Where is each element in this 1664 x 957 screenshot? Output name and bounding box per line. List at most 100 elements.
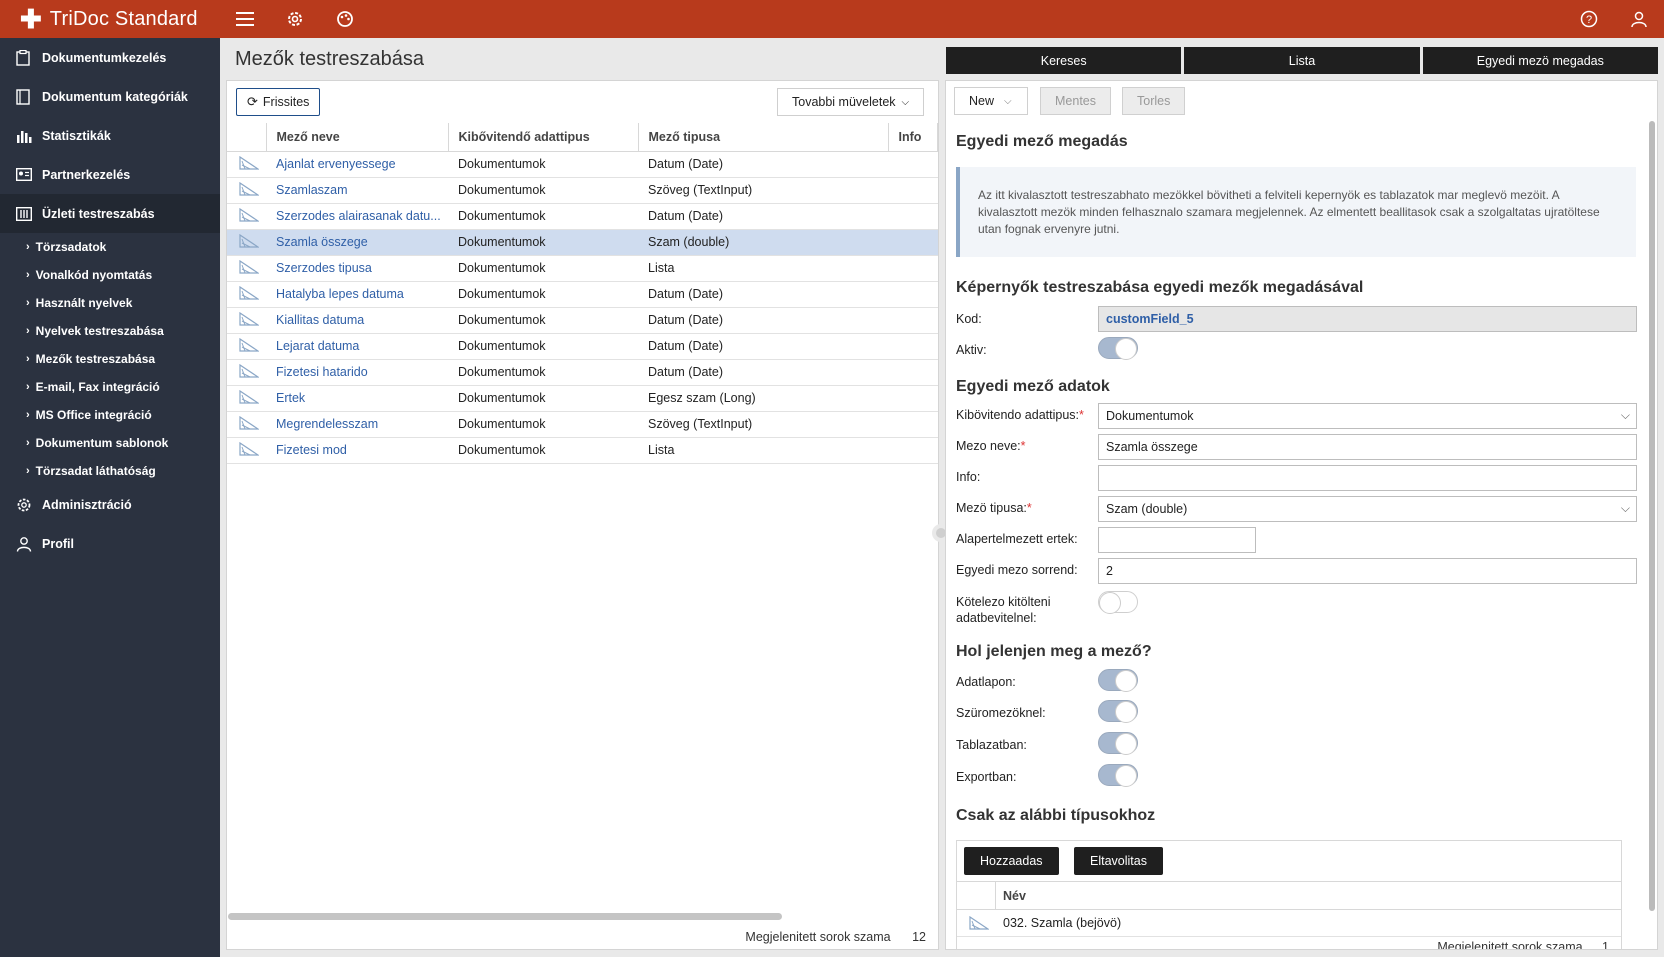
type-list: Hozzaadas Eltavolitas Név 032. Szamla (b… [956, 840, 1622, 950]
remove-type-button[interactable]: Eltavolitas [1074, 847, 1163, 875]
alapertelmezett-input[interactable] [1098, 527, 1256, 553]
sidebar-subitem-vonalkod[interactable]: › Vonalkód nyomtatás [0, 261, 220, 289]
field-name-cell[interactable]: Megrendelesszam [266, 411, 448, 438]
gear-icon[interactable] [270, 0, 320, 38]
sidebar-subitem-nyelvek-testreszabasa[interactable]: › Nyelvek testreszabása [0, 317, 220, 345]
field-name-cell[interactable]: Szerzodes alairasanak datu... [266, 203, 448, 230]
field-name-cell[interactable]: Fizetesi hatarido [266, 359, 448, 386]
save-button[interactable]: Mentes [1040, 87, 1111, 115]
row-type-icon [227, 385, 266, 412]
sidebar-subitem-torzsadatok[interactable]: › Törzsadatok [0, 233, 220, 261]
type-list-footer-count: 1 [1602, 940, 1609, 950]
info-label: Info: [956, 470, 981, 484]
palette-icon[interactable] [320, 0, 370, 38]
kotelezo-toggle[interactable] [1098, 591, 1138, 614]
kotelezo-label: Kötelezo kitölteni adatbevitelnel: [956, 594, 1051, 626]
adatlapon-toggle[interactable] [1098, 669, 1138, 692]
field-name-cell[interactable]: Hatalyba lepes datuma [266, 281, 448, 308]
help-icon[interactable]: ? [1564, 0, 1614, 38]
kod-label: Kod: [956, 312, 982, 326]
field-name-cell[interactable]: Lejarat datuma [266, 333, 448, 360]
more-actions-button[interactable]: Tovabbi müveletek ⌵ [777, 88, 925, 116]
table-row[interactable]: Szerzodes alairasanak datu... Dokumentumo… [227, 203, 938, 230]
sidebar-subitem-dokumentum-sablonok[interactable]: › Dokumentum sablonok [0, 429, 220, 457]
sidebar-subitem-ms-office[interactable]: › MS Office integráció [0, 401, 220, 429]
field-tipus-cell: Egesz szam (Long) [638, 385, 888, 412]
gear-icon [16, 497, 36, 513]
field-name-cell[interactable]: Ertek [266, 385, 448, 412]
mezo-neve-label-text: Mezo neve: [956, 439, 1021, 453]
table-header-name[interactable]: Mező neve [266, 123, 449, 152]
sidebar-subitem-email-fax[interactable]: › E-mail, Fax integráció [0, 373, 220, 401]
sidebar-item-profil[interactable]: Profil [0, 524, 220, 563]
table-row[interactable]: Hatalyba lepes datuma Dokumentumok Datum (… [227, 281, 938, 308]
table-row[interactable]: Megrendelesszam Dokumentumok Szöveg (TextI… [227, 411, 938, 438]
add-type-button[interactable]: Hozzaadas [964, 847, 1059, 875]
field-adattipus-cell: Dokumentumok [448, 229, 638, 256]
type-list-footer: Megjelenitett sorok szama 1 [1437, 940, 1609, 950]
sidebar-subitem-torzsadat-lathatosag[interactable]: › Törzsadat láthatóság [0, 457, 220, 485]
tab-kereses[interactable]: Kereses [946, 47, 1182, 74]
field-adattipus-cell: Dokumentumok [448, 359, 638, 386]
table-row[interactable]: 032. Szamla (bejövö) [957, 910, 1621, 937]
new-button[interactable]: New ⌵ [954, 87, 1028, 115]
aktiv-toggle[interactable] [1098, 337, 1138, 360]
required-marker: * [1020, 439, 1026, 453]
table-row[interactable]: Szamla összege Dokumentumok Szam (double) [227, 229, 938, 256]
field-name-cell[interactable]: Ajanlat ervenyessege [266, 151, 448, 178]
szuromezoknel-toggle[interactable] [1098, 700, 1138, 723]
delete-button[interactable]: Torles [1122, 87, 1186, 115]
section-heading-csak-tipusokhoz: Csak az alábbi típusokhoz [956, 807, 1156, 824]
tab-lista[interactable]: Lista [1184, 47, 1420, 74]
sidebar-item-statisztikak[interactable]: Statisztikák [0, 116, 220, 155]
table-row[interactable]: Ajanlat ervenyessege Dokumentumok Datum (D… [227, 151, 938, 178]
sidebar-item-uzleti-testreszabas[interactable]: Üzleti testreszabás [0, 194, 220, 233]
user-icon[interactable] [1614, 0, 1664, 38]
field-name-cell[interactable]: Szerzodes tipusa [266, 255, 448, 282]
row-type-icon [227, 255, 266, 282]
sidebar-subitem-nyelvek[interactable]: › Használt nyelvek [0, 289, 220, 317]
field-tipus-cell: Datum (Date) [638, 203, 888, 230]
brand[interactable]: ✚ TriDoc Standard [0, 6, 220, 32]
menu-icon[interactable] [220, 0, 270, 38]
field-name-cell[interactable]: Fizetesi mod [266, 437, 448, 464]
sidebar-subitem-label: Dokumentum sablonok [35, 436, 169, 450]
horizontal-scrollbar[interactable] [228, 913, 782, 920]
table-row[interactable]: Kiallitas datuma Dokumentumok Datum (Date) [227, 307, 938, 334]
refresh-button[interactable]: ⟳ Frissites [236, 88, 321, 116]
table-row[interactable]: Szamlaszam Dokumentumok Szöveg (TextInput) [227, 177, 938, 204]
field-name-cell[interactable]: Kiallitas datuma [266, 307, 448, 334]
type-list-header-nev[interactable]: Név [1003, 889, 1026, 903]
mezo-tipusa-select[interactable]: Szam (double) ⌵ [1098, 496, 1637, 522]
sidebar-item-dokumentumkezeles[interactable]: Dokumentumkezelés [0, 38, 220, 77]
sidebar-item-adminisztracio[interactable]: Adminisztráció [0, 485, 220, 524]
mezo-neve-label: Mezo neve:* [956, 439, 1026, 453]
type-name: 032. Szamla (bejövö) [1003, 916, 1122, 930]
type-list-footer-label: Megjelenitett sorok szama [1437, 940, 1583, 950]
sorrend-input[interactable]: 2 [1098, 558, 1637, 584]
table-row[interactable]: Fizetesi mod Dokumentumok Lista [227, 437, 938, 464]
sidebar-item-partnerkezeles[interactable]: Partnerkezelés [0, 155, 220, 194]
exportban-toggle[interactable] [1098, 764, 1138, 787]
sidebar-item-dokumentum-kategoriak[interactable]: Dokumentum kategóriák [0, 77, 220, 116]
row-type-icon [227, 151, 266, 178]
mezo-neve-input[interactable]: Szamla összege [1098, 434, 1637, 460]
sidebar-subitem-mezok-testreszabasa[interactable]: › Mezők testreszabása [0, 345, 220, 373]
table-header-adattipus[interactable]: Kibővitendő adattipus [448, 123, 639, 152]
adattipus-select[interactable]: Dokumentumok ⌵ [1098, 403, 1637, 429]
tablazatban-toggle[interactable] [1098, 732, 1138, 755]
field-name-cell[interactable]: Szamla összege [266, 229, 448, 256]
table-row[interactable]: Szerzodes tipusa Dokumentumok Lista [227, 255, 938, 282]
table-row[interactable]: Ertek Dokumentumok Egesz szam (Long) [227, 385, 938, 412]
refresh-button-label: Frissites [262, 95, 310, 109]
field-name-cell[interactable]: Szamlaszam [266, 177, 448, 204]
field-edit-panel: New ⌵ Mentes Torles Egyedi mező megadás … [945, 80, 1658, 950]
tab-egyedi-mezo[interactable]: Egyedi mezö megadas [1422, 47, 1658, 74]
table-row[interactable]: Lejarat datuma Dokumentumok Datum (Date) [227, 333, 938, 360]
table-row[interactable]: Fizetesi hatarido Dokumentumok Datum (Date… [227, 359, 938, 386]
info-input[interactable] [1098, 465, 1637, 491]
vertical-scrollbar[interactable] [1649, 121, 1655, 911]
table-header-tipus[interactable]: Mező tipusa [638, 123, 889, 152]
table-header-info[interactable]: Info [888, 123, 938, 152]
sidebar-item-label: Üzleti testreszabás [42, 206, 155, 221]
